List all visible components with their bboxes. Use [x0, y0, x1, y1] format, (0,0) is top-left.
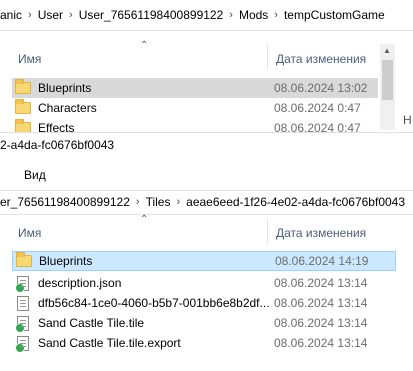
sort-ascending-icon: ⌃ [140, 40, 149, 51]
breadcrumb-item[interactable]: User [34, 8, 67, 22]
chevron-right-icon[interactable]: › [272, 9, 280, 21]
item-date: 08.06.2024 13:14 [274, 276, 368, 290]
item-name: Sand Castle Tile.tile [38, 316, 145, 330]
item-name: Sand Castle Tile.tile.export [38, 336, 181, 350]
item-name: Characters [38, 101, 97, 115]
item-name: Blueprints [38, 81, 92, 95]
breadcrumb[interactable]: er_76561198400899122 › Tiles › aeae6eed-… [0, 190, 409, 214]
front-explorer-window: 2-a4da-fc0676bf0043 Вид er_7656119840089… [0, 132, 413, 371]
breadcrumb-item[interactable]: aeae6eed-1f26-4e02-a4da-fc0676bf0043 [182, 195, 409, 209]
column-header-name[interactable]: Имя [18, 226, 41, 240]
window-title: 2-a4da-fc0676bf0043 [0, 138, 115, 152]
breadcrumb-item[interactable]: User_76561198400899122 [75, 8, 228, 22]
breadcrumb-item[interactable]: Mods [235, 8, 272, 22]
item-date: 08.06.2024 13:14 [274, 296, 368, 310]
file-icon [15, 335, 29, 353]
chevron-right-icon[interactable]: › [67, 9, 75, 21]
file-icon [15, 275, 29, 293]
back-explorer-window: anic › User › User_76561198400899122 › M… [0, 0, 413, 135]
column-header-date[interactable]: Дата изменения [276, 52, 366, 66]
check-badge-icon [15, 282, 25, 293]
item-date: 08.06.2024 13:14 [274, 316, 368, 330]
vertical-scrollbar[interactable]: ▲ [380, 44, 395, 130]
breadcrumb-item[interactable]: er_76561198400899122 [0, 195, 134, 209]
column-header-date[interactable]: Дата изменения [276, 226, 366, 240]
list-item[interactable]: Blueprints 08.06.2024 14:19 [12, 251, 396, 271]
tab-view[interactable]: Вид [24, 168, 46, 182]
column-divider[interactable] [267, 44, 268, 70]
folder-icon [15, 99, 31, 114]
list-item[interactable]: Blueprints 08.06.2024 13:02 [12, 78, 378, 98]
list-item[interactable]: Sand Castle Tile.tile 08.06.2024 13:14 [12, 313, 396, 333]
breadcrumb-item[interactable]: Tiles [142, 195, 175, 209]
breadcrumb-item[interactable]: anic [0, 8, 26, 22]
item-date: 08.06.2024 13:14 [274, 336, 368, 350]
check-badge-icon [15, 342, 25, 353]
chevron-right-icon[interactable]: › [174, 196, 182, 208]
list-item[interactable]: Sand Castle Tile.tile.export 08.06.2024 … [12, 333, 396, 353]
list-item[interactable]: dfb56c84-1ce0-4060-b5b7-001bb6e8b2df... … [12, 293, 396, 313]
column-divider[interactable] [267, 218, 268, 244]
chevron-right-icon[interactable]: › [134, 196, 142, 208]
list-item[interactable]: Characters 08.06.2024 0:47 [12, 98, 378, 118]
divider [0, 214, 413, 215]
folder-icon [15, 79, 31, 94]
chevron-right-icon[interactable]: › [26, 9, 34, 21]
file-icon [15, 315, 29, 333]
breadcrumb-item[interactable]: tempCustomGame [280, 8, 389, 22]
breadcrumb[interactable]: anic › User › User_76561198400899122 › M… [0, 3, 389, 27]
scroll-up-icon[interactable]: ▲ [383, 46, 391, 55]
list-item[interactable]: description.json 08.06.2024 13:14 [12, 273, 396, 293]
item-date: 08.06.2024 0:47 [274, 101, 361, 115]
item-name: dfb56c84-1ce0-4060-b5b7-001bb6e8b2df... [38, 296, 270, 310]
sort-ascending-icon: ⌃ [140, 214, 149, 225]
column-header-name[interactable]: Имя [18, 52, 41, 66]
item-date: 08.06.2024 13:02 [274, 81, 368, 95]
item-name: Blueprints [39, 254, 93, 268]
chevron-right-icon[interactable]: › [227, 9, 235, 21]
window-edge-letter: Н [403, 113, 412, 127]
folder-icon [16, 252, 32, 267]
check-badge-icon [15, 322, 25, 333]
file-icon [17, 295, 29, 311]
scrollbar-thumb[interactable] [382, 60, 393, 100]
item-name: description.json [38, 276, 122, 290]
item-date: 08.06.2024 14:19 [275, 254, 369, 268]
divider [0, 30, 413, 31]
